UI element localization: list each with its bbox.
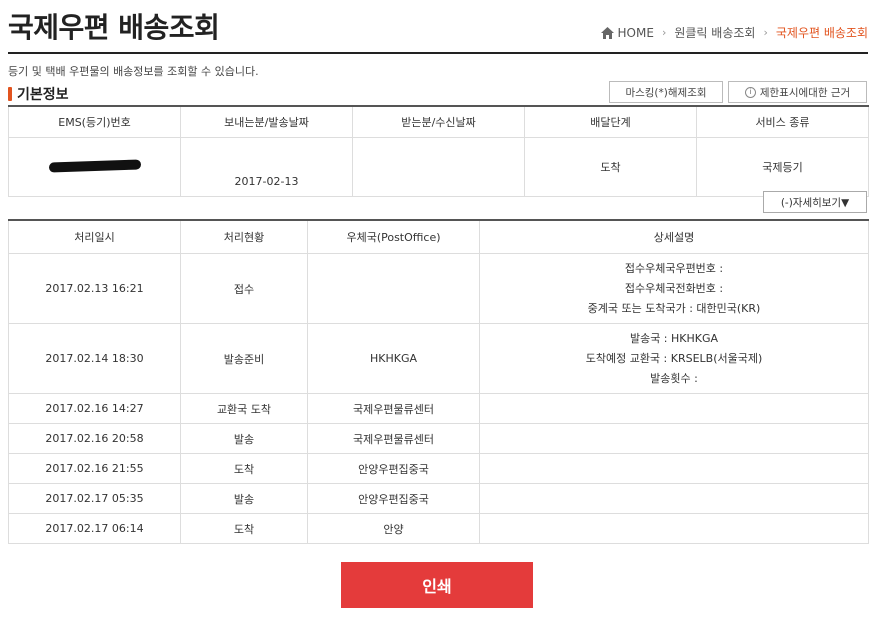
- details-cell: [479, 393, 869, 424]
- datetime-cell: 2017.02.16 21:55: [8, 453, 181, 484]
- page-title: 국제우편 배송조회: [8, 11, 220, 44]
- col-header-office: 우체국(PostOffice): [307, 219, 480, 254]
- detail-line: 접수우체국우편번호 :: [624, 261, 724, 275]
- sender-date: 2017-02-13: [234, 175, 299, 188]
- section-title-label: 기본정보: [17, 87, 69, 103]
- status-cell: 도착: [180, 513, 308, 544]
- breadcrumb-current: 국제우편 배송조회: [775, 26, 868, 40]
- office-cell: 안양우편집중국: [307, 483, 480, 514]
- tracking-body: 2017.02.13 16:21 접수 접수우체국우편번호 : 접수우체국전화번호 :…: [8, 253, 869, 544]
- status-cell: 접수: [180, 253, 308, 324]
- details-cell: [479, 483, 869, 514]
- home-icon: [600, 26, 614, 39]
- datetime-cell: 2017.02.14 18:30: [8, 323, 181, 394]
- office-cell: 안양: [307, 513, 480, 544]
- col-header-datetime: 처리일시: [8, 219, 181, 254]
- datetime-cell: 2017.02.17 06:14: [8, 513, 181, 544]
- ems-number-cell: [8, 137, 181, 197]
- details-cell: 발송국 : HKHKGA 도착예정 교환국 : KRSELB(서울국제) 발송횟수 …: [479, 323, 869, 394]
- col-header-status: 처리현황: [180, 219, 308, 254]
- section-title-basic-info: 기본정보: [8, 84, 69, 104]
- status-cell: 교환국 도착: [180, 393, 308, 424]
- status-cell: 발송준비: [180, 323, 308, 394]
- table-row: 2017-02-13 도착 국제등기: [8, 137, 869, 197]
- tracking-table: 처리일시 처리현황 우체국(PostOffice) 상세설명 2017.02.1…: [8, 219, 869, 544]
- col-header-stage: 배달단계: [524, 105, 697, 138]
- datetime-cell: 2017.02.16 20:58: [8, 423, 181, 454]
- table-row: 2017.02.14 18:30 발송준비 HKHKGA 발송국 : HKHKGA 도착…: [8, 323, 869, 394]
- basic-info-table: EMS(등기)번호 보내는분/발송날짜 받는분/수신날짜 배달단계 서비스 종류…: [8, 105, 869, 197]
- detail-line: 중계국 또는 도착국가 : 대한민국(KR): [587, 301, 761, 315]
- breadcrumb-home[interactable]: HOME: [618, 26, 654, 40]
- print-button[interactable]: 인쇄: [341, 562, 533, 608]
- status-cell: 발송: [180, 423, 308, 454]
- sender-date-cell: 2017-02-13: [180, 137, 353, 197]
- chevron-right-icon: ›: [763, 26, 768, 39]
- details-cell: 접수우체국우편번호 : 접수우체국전화번호 : 중계국 또는 도착국가 : 대한민국…: [479, 253, 869, 324]
- datetime-cell: 2017.02.17 05:35: [8, 483, 181, 514]
- office-cell: [307, 253, 480, 324]
- office-cell: 국제우편물류센터: [307, 393, 480, 424]
- details-cell: [479, 423, 869, 454]
- col-header-service: 서비스 종류: [696, 105, 869, 138]
- table-row: 2017.02.16 14:27 교환국 도착 국제우편물류센터: [8, 393, 869, 424]
- redaction-mark: [48, 158, 141, 173]
- detail-line: 발송횟수 :: [650, 371, 698, 385]
- col-header-ems-number: EMS(등기)번호: [8, 105, 181, 138]
- section-marker-icon: [8, 87, 12, 101]
- restriction-basis-label: 제한표시에대한 근거: [759, 86, 851, 99]
- status-cell: 발송: [180, 483, 308, 514]
- restriction-basis-button[interactable]: i 제한표시에대한 근거: [728, 81, 867, 103]
- table-row: 2017.02.13 16:21 접수 접수우체국우편번호 : 접수우체국전화번호 :…: [8, 253, 869, 324]
- recipient-date-cell: [352, 137, 525, 197]
- col-header-sender: 보내는분/발송날짜: [180, 105, 353, 138]
- breadcrumb: HOME › 원클릭 배송조회 › 국제우편 배송조회: [600, 24, 868, 41]
- detail-toggle-button[interactable]: (-)자세히보기▼: [763, 191, 867, 213]
- details-cell: [479, 513, 869, 544]
- col-header-recipient: 받는분/수신날짜: [352, 105, 525, 138]
- datetime-cell: 2017.02.13 16:21: [8, 253, 181, 324]
- unmask-lookup-button[interactable]: 마스킹(*)해제조회: [609, 81, 723, 103]
- table-row: 2017.02.16 20:58 발송 국제우편물류센터: [8, 423, 869, 454]
- page-header: 국제우편 배송조회 HOME › 원클릭 배송조회 › 국제우편 배송조회: [8, 0, 868, 54]
- page-description: 등기 및 택배 우편물의 배송정보를 조회할 수 있습니다.: [8, 65, 259, 78]
- stage-cell: 도착: [524, 137, 697, 197]
- col-header-details: 상세설명: [479, 219, 869, 254]
- chevron-right-icon: ›: [661, 26, 667, 39]
- breadcrumb-oneclick[interactable]: 원클릭 배송조회: [674, 24, 755, 41]
- table-row: 2017.02.17 05:35 발송 안양우편집중국: [8, 483, 869, 514]
- office-cell: HKHKGA: [307, 323, 480, 394]
- info-icon: i: [744, 86, 756, 98]
- table-row: 2017.02.16 21:55 도착 안양우편집중국: [8, 453, 869, 484]
- detail-line: 도착예정 교환국 : KRSELB(서울국제): [585, 351, 763, 365]
- service-cell: 국제등기: [696, 137, 869, 197]
- detail-line: 접수우체국전화번호 :: [624, 281, 724, 295]
- datetime-cell: 2017.02.16 14:27: [8, 393, 181, 424]
- office-cell: 안양우편집중국: [307, 453, 480, 484]
- details-cell: [479, 453, 869, 484]
- table-row: 2017.02.17 06:14 도착 안양: [8, 513, 869, 544]
- office-cell: 국제우편물류센터: [307, 423, 480, 454]
- status-cell: 도착: [180, 453, 308, 484]
- detail-line: 발송국 : HKHKGA: [629, 331, 719, 345]
